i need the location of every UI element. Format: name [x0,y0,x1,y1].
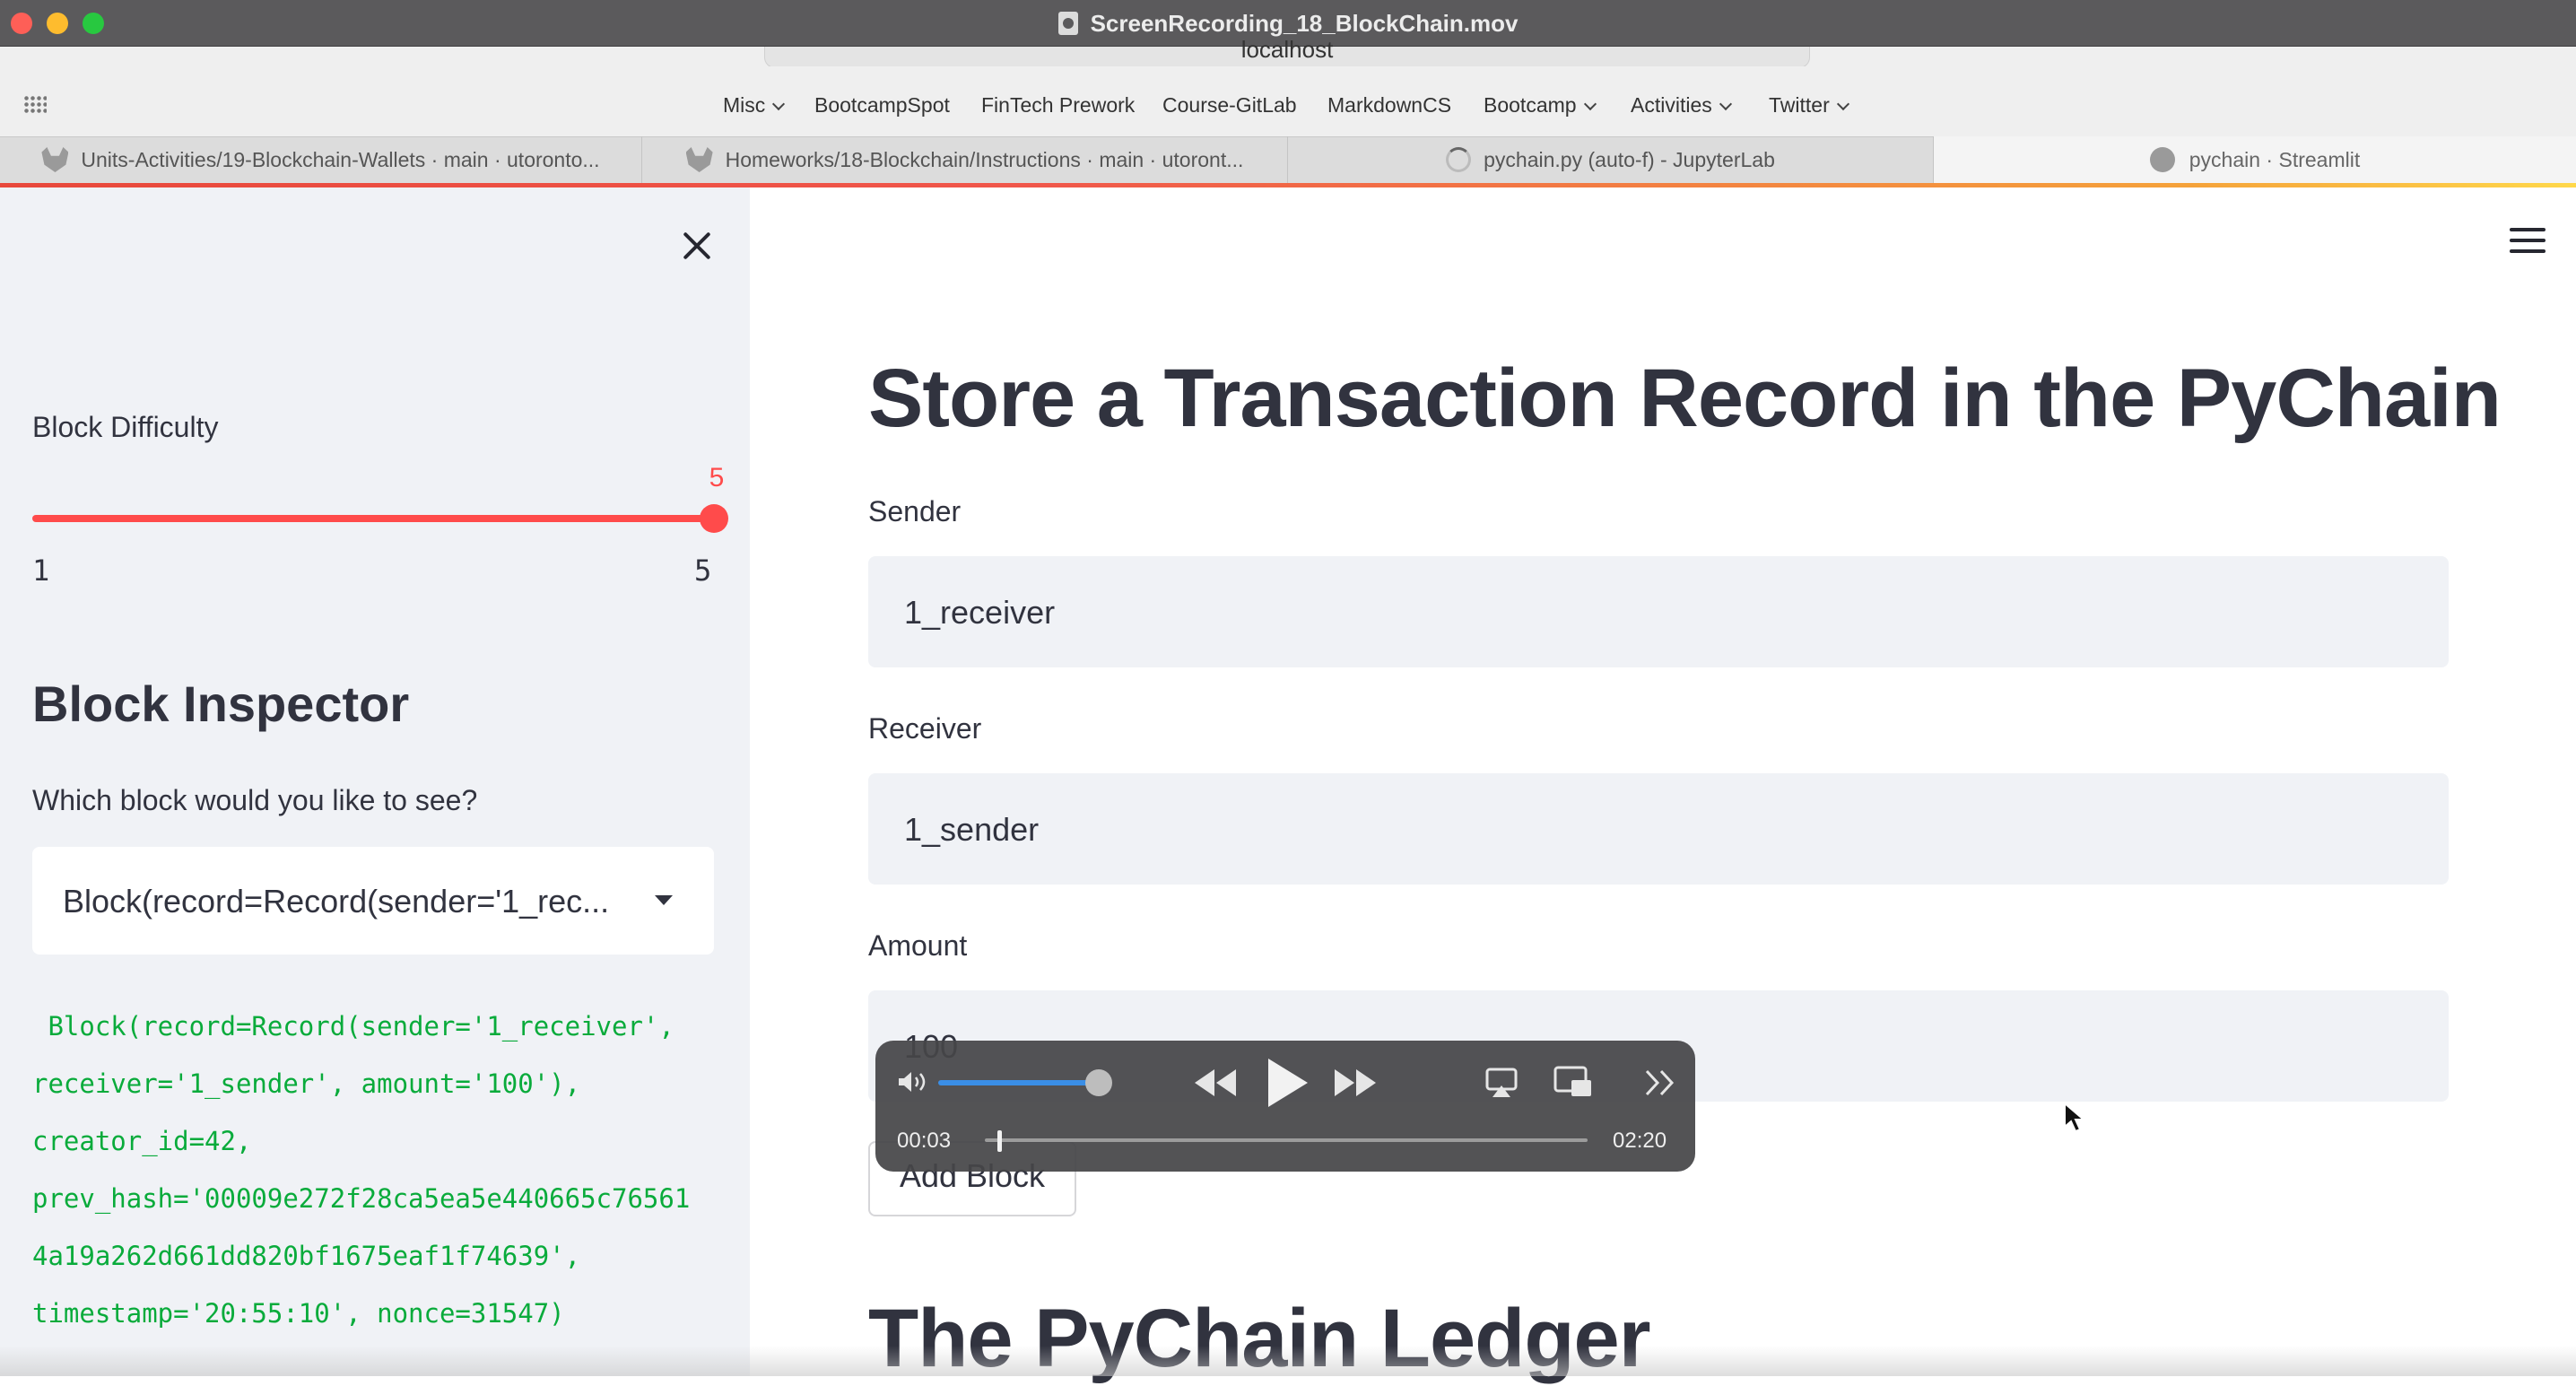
chevron-down-icon [1719,97,1732,111]
amount-label: Amount [868,929,968,962]
play-icon[interactable] [1265,1057,1310,1109]
code-line: creator_id=42, [32,1126,252,1156]
chevron-down-icon [772,97,786,111]
receiver-input[interactable] [868,773,2449,885]
bookmark-activities[interactable]: Activities [1631,90,1732,120]
code-line: Block(record=Record(sender='1_receiver', [32,1011,674,1042]
hamburger-menu-icon[interactable] [2510,228,2546,253]
block-select-label: Which block would you like to see? [32,784,478,816]
chevron-down-icon [1583,97,1597,111]
block-select-value: Block(record=Record(sender='1_rec... [63,883,610,920]
code-line: 4a19a262d661dd820bf1675eaf1f74639', [32,1241,581,1271]
current-time: 00:03 [897,1129,952,1153]
gitlab-icon [41,147,69,172]
close-sidebar-icon[interactable] [677,226,717,266]
block-code-output: Block(record=Record(sender='1_receiver',… [32,998,732,1342]
tab-streamlit[interactable]: pychain · Streamlit [1934,136,2576,183]
slider-max-label: 5 [694,554,712,588]
page-title: Store a Transaction Record in the PyChai… [868,353,2502,444]
playback-playhead[interactable] [997,1130,1002,1152]
slider-current-value: 5 [709,463,725,493]
fast-forward-icon[interactable] [1333,1068,1378,1098]
mouse-cursor-icon [2064,1102,2086,1133]
picture-in-picture-icon[interactable] [1553,1066,1593,1098]
bookmark-fintech-prework[interactable]: FinTech Prework [981,90,1135,120]
code-line: receiver='1_sender', amount='100'), [32,1068,581,1099]
volume-icon[interactable] [897,1071,929,1093]
bookmark-bootcamp[interactable]: Bootcamp [1484,90,1597,120]
bookmark-bootcampspot[interactable]: BootcampSpot [814,90,950,120]
gitlab-icon [685,147,713,172]
code-line: prev_hash='00009e272f28ca5ea5e440665c765… [32,1183,691,1214]
difficulty-slider-track[interactable] [32,515,714,522]
bookmark-course-gitlab[interactable]: Course-GitLab [1162,90,1297,120]
difficulty-slider-thumb[interactable] [700,504,728,533]
volume-slider-track[interactable] [938,1080,1100,1085]
block-difficulty-label: Block Difficulty [32,411,219,443]
tab-homeworks[interactable]: Homeworks/18-Blockchain/Instructions · m… [642,136,1288,183]
loading-spinner-icon [1446,147,1472,172]
slider-min-label: 1 [32,554,50,588]
bookmark-twitter[interactable]: Twitter [1769,90,1849,120]
bookmark-markdowncs[interactable]: MarkdownCS [1327,90,1451,120]
airplay-icon[interactable] [1485,1068,1518,1098]
address-text: localhost [1240,36,1334,63]
block-inspector-heading: Block Inspector [32,676,410,732]
volume-slider-thumb[interactable] [1085,1069,1112,1096]
rewind-icon[interactable] [1193,1068,1238,1098]
streamlit-icon [2149,147,2175,172]
more-controls-icon[interactable] [1645,1069,1675,1096]
window-title-text: ScreenRecording_18_BlockChain.mov [1090,9,1519,37]
sender-label: Sender [868,495,962,527]
code-line: timestamp='20:55:10', nonce=31547) [32,1298,565,1329]
total-time: 02:20 [1613,1129,1667,1153]
caret-down-icon [655,895,673,905]
chevron-down-icon [1836,97,1849,111]
sender-input-value: 1_receiver [904,594,1056,631]
window-bottom-shadow [0,1346,2576,1376]
sender-input[interactable] [868,556,2449,667]
tab-jupyterlab[interactable]: pychain.py (auto-f) - JupyterLab [1288,136,1934,183]
receiver-input-value: 1_sender [904,811,1040,848]
tab-units-activities[interactable]: Units-Activities/19-Blockchain-Wallets ·… [0,136,642,183]
apps-grid-icon[interactable] [23,95,47,113]
receiver-label: Receiver [868,712,982,745]
bookmark-misc[interactable]: Misc [723,90,786,120]
playback-scrubber[interactable] [985,1138,1588,1142]
movie-file-icon [1057,12,1078,35]
